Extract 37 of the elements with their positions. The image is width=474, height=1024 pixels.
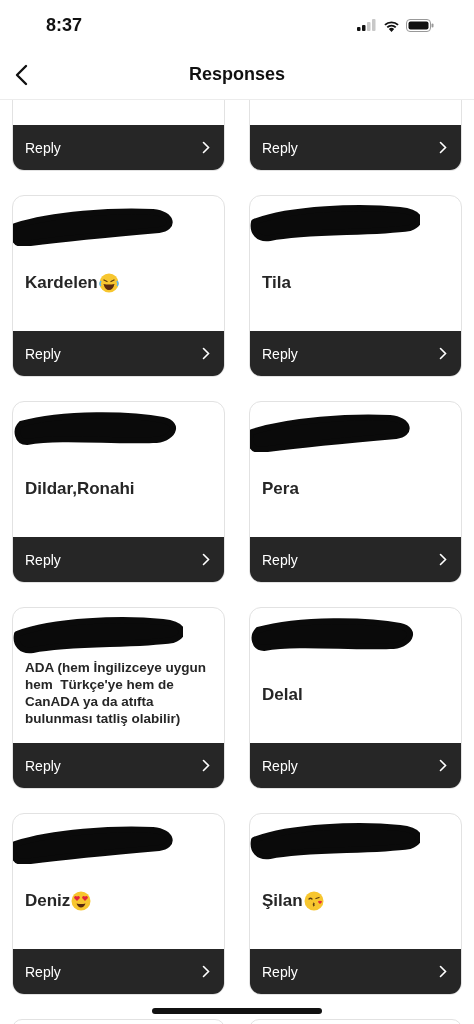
back-icon[interactable] [14,64,28,86]
status-time: 8:37 [46,14,83,36]
heart-eyes-emoji-icon [71,890,92,911]
wifi-icon [383,18,400,32]
chevron-icon [202,141,210,154]
response-text: Deniz [25,890,71,911]
reply-button[interactable]: Reply [13,949,224,994]
reply-button[interactable]: Reply [13,537,224,582]
reply-button[interactable]: Reply [250,537,461,582]
reply-button[interactable]: Reply [250,949,461,994]
screen-title: Responses [188,64,285,85]
response-text: Şilan [262,890,303,911]
response-text: Pera [262,478,299,499]
signal-icon [357,19,377,31]
chevron-icon [202,759,210,772]
chevron-icon [439,965,447,978]
response-text: Dildar,Ronahi [25,478,135,499]
reply-button[interactable]: Reply [250,743,461,788]
response-text: Kardelen [25,272,98,293]
reply-button[interactable]: Reply [250,125,461,170]
reply-button[interactable]: Reply [13,331,224,376]
chevron-icon [439,759,447,772]
battery-icon [406,18,434,32]
kissing-emoji-icon [303,890,324,911]
chevron-icon [202,965,210,978]
response-text: Delal [262,684,303,705]
response-text: ADA (hem İngilizceye uygun hem Türkçe'ye hem de CanADA ya da atıfta bulunması tatliş olabilir) [25,659,208,727]
reply-button[interactable]: Reply [13,743,224,788]
chevron-icon [202,553,210,566]
chevron-icon [202,347,210,360]
laughing-emoji-icon [98,272,119,293]
reply-button[interactable]: Reply [13,125,224,170]
reply-button[interactable]: Reply [250,331,461,376]
chevron-icon [439,347,447,360]
response-text: Tila [262,272,291,293]
chevron-icon [439,141,447,154]
chevron-icon [439,553,447,566]
